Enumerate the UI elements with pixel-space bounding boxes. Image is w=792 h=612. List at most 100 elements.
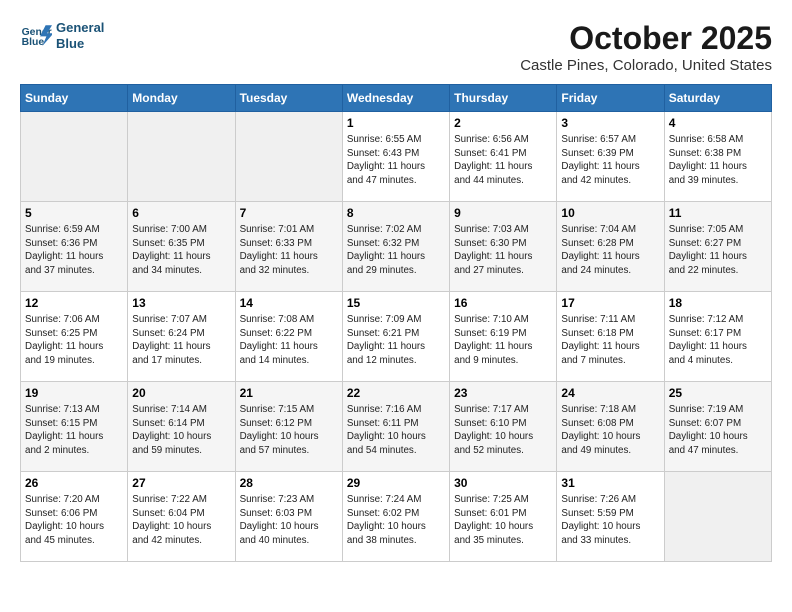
day-number: 19 xyxy=(25,386,123,400)
week-row-5: 26 Sunrise: 7:20 AM Sunset: 6:06 PM Dayli… xyxy=(21,472,772,562)
day-number: 9 xyxy=(454,206,552,220)
day-number: 12 xyxy=(25,296,123,310)
calendar-cell: 14 Sunrise: 7:08 AM Sunset: 6:22 PM Dayli… xyxy=(235,292,342,382)
day-info: Sunrise: 6:57 AM Sunset: 6:39 PM Dayligh… xyxy=(561,133,659,188)
weekday-header-friday: Friday xyxy=(557,85,664,112)
day-number: 22 xyxy=(347,386,445,400)
weekday-header-tuesday: Tuesday xyxy=(235,85,342,112)
day-info: Sunrise: 7:02 AM Sunset: 6:32 PM Dayligh… xyxy=(347,223,445,278)
day-info: Sunrise: 6:55 AM Sunset: 6:43 PM Dayligh… xyxy=(347,133,445,188)
day-number: 7 xyxy=(240,206,338,220)
calendar-table: SundayMondayTuesdayWednesdayThursdayFrid… xyxy=(20,84,772,562)
calendar-cell xyxy=(21,112,128,202)
day-info: Sunrise: 7:25 AM Sunset: 6:01 PM Dayligh… xyxy=(454,493,552,548)
calendar-cell: 12 Sunrise: 7:06 AM Sunset: 6:25 PM Dayli… xyxy=(21,292,128,382)
day-info: Sunrise: 7:24 AM Sunset: 6:02 PM Dayligh… xyxy=(347,493,445,548)
calendar-cell: 13 Sunrise: 7:07 AM Sunset: 6:24 PM Dayli… xyxy=(128,292,235,382)
day-number: 24 xyxy=(561,386,659,400)
calendar-cell: 28 Sunrise: 7:23 AM Sunset: 6:03 PM Dayli… xyxy=(235,472,342,562)
week-row-3: 12 Sunrise: 7:06 AM Sunset: 6:25 PM Dayli… xyxy=(21,292,772,382)
calendar-cell: 11 Sunrise: 7:05 AM Sunset: 6:27 PM Dayli… xyxy=(664,202,771,292)
calendar-cell: 29 Sunrise: 7:24 AM Sunset: 6:02 PM Dayli… xyxy=(342,472,449,562)
calendar-cell: 10Sunrise: 7:04 AM Sunset: 6:28 PM Dayli… xyxy=(557,202,664,292)
calendar-cell: 5Sunrise: 6:59 AM Sunset: 6:36 PM Daylig… xyxy=(21,202,128,292)
day-info: Sunrise: 7:11 AM Sunset: 6:18 PM Dayligh… xyxy=(561,313,659,368)
calendar-cell: 7 Sunrise: 7:01 AM Sunset: 6:33 PM Daylig… xyxy=(235,202,342,292)
calendar-cell: 16 Sunrise: 7:10 AM Sunset: 6:19 PM Dayli… xyxy=(450,292,557,382)
calendar-cell: 1 Sunrise: 6:55 AM Sunset: 6:43 PM Daylig… xyxy=(342,112,449,202)
day-number: 2 xyxy=(454,116,552,130)
day-info: Sunrise: 7:23 AM Sunset: 6:03 PM Dayligh… xyxy=(240,493,338,548)
day-number: 29 xyxy=(347,476,445,490)
calendar-cell: 20Sunrise: 7:14 AM Sunset: 6:14 PM Dayli… xyxy=(128,382,235,472)
svg-text:Blue: Blue xyxy=(22,37,45,48)
calendar-cell: 19 Sunrise: 7:13 AM Sunset: 6:15 PM Dayli… xyxy=(21,382,128,472)
calendar-cell: 31 Sunrise: 7:26 AM Sunset: 5:59 PM Dayli… xyxy=(557,472,664,562)
calendar-cell: 22 Sunrise: 7:16 AM Sunset: 6:11 PM Dayli… xyxy=(342,382,449,472)
day-info: Sunrise: 7:13 AM Sunset: 6:15 PM Dayligh… xyxy=(25,403,123,458)
day-info: Sunrise: 7:08 AM Sunset: 6:22 PM Dayligh… xyxy=(240,313,338,368)
day-number: 31 xyxy=(561,476,659,490)
calendar-cell: 2 Sunrise: 6:56 AM Sunset: 6:41 PM Daylig… xyxy=(450,112,557,202)
day-number: 16 xyxy=(454,296,552,310)
day-info: Sunrise: 7:00 AM Sunset: 6:35 PM Dayligh… xyxy=(132,223,230,278)
day-info: Sunrise: 6:56 AM Sunset: 6:41 PM Dayligh… xyxy=(454,133,552,188)
page-header: General Blue General Blue October 2025 C… xyxy=(20,20,772,74)
calendar-cell: 8 Sunrise: 7:02 AM Sunset: 6:32 PM Daylig… xyxy=(342,202,449,292)
weekday-header-monday: Monday xyxy=(128,85,235,112)
calendar-cell xyxy=(664,472,771,562)
calendar-header: SundayMondayTuesdayWednesdayThursdayFrid… xyxy=(21,85,772,112)
day-info: Sunrise: 7:06 AM Sunset: 6:25 PM Dayligh… xyxy=(25,313,123,368)
day-info: Sunrise: 7:03 AM Sunset: 6:30 PM Dayligh… xyxy=(454,223,552,278)
calendar-cell: 15Sunrise: 7:09 AM Sunset: 6:21 PM Dayli… xyxy=(342,292,449,382)
location-title: Castle Pines, Colorado, United States xyxy=(520,57,772,74)
calendar-cell: 30 Sunrise: 7:25 AM Sunset: 6:01 PM Dayli… xyxy=(450,472,557,562)
day-number: 26 xyxy=(25,476,123,490)
day-number: 10 xyxy=(561,206,659,220)
day-info: Sunrise: 6:58 AM Sunset: 6:38 PM Dayligh… xyxy=(669,133,767,188)
calendar-body: 1 Sunrise: 6:55 AM Sunset: 6:43 PM Daylig… xyxy=(21,112,772,562)
day-info: Sunrise: 7:12 AM Sunset: 6:17 PM Dayligh… xyxy=(669,313,767,368)
day-info: Sunrise: 6:59 AM Sunset: 6:36 PM Dayligh… xyxy=(25,223,123,278)
day-info: Sunrise: 7:17 AM Sunset: 6:10 PM Dayligh… xyxy=(454,403,552,458)
day-info: Sunrise: 7:10 AM Sunset: 6:19 PM Dayligh… xyxy=(454,313,552,368)
calendar-cell: 4 Sunrise: 6:58 AM Sunset: 6:38 PM Daylig… xyxy=(664,112,771,202)
day-number: 1 xyxy=(347,116,445,130)
day-info: Sunrise: 7:19 AM Sunset: 6:07 PM Dayligh… xyxy=(669,403,767,458)
day-number: 3 xyxy=(561,116,659,130)
day-info: Sunrise: 7:16 AM Sunset: 6:11 PM Dayligh… xyxy=(347,403,445,458)
day-info: Sunrise: 7:01 AM Sunset: 6:33 PM Dayligh… xyxy=(240,223,338,278)
weekday-header-sunday: Sunday xyxy=(21,85,128,112)
day-number: 15 xyxy=(347,296,445,310)
week-row-2: 5Sunrise: 6:59 AM Sunset: 6:36 PM Daylig… xyxy=(21,202,772,292)
day-info: Sunrise: 7:07 AM Sunset: 6:24 PM Dayligh… xyxy=(132,313,230,368)
day-number: 14 xyxy=(240,296,338,310)
day-number: 17 xyxy=(561,296,659,310)
day-info: Sunrise: 7:18 AM Sunset: 6:08 PM Dayligh… xyxy=(561,403,659,458)
day-info: Sunrise: 7:26 AM Sunset: 5:59 PM Dayligh… xyxy=(561,493,659,548)
day-info: Sunrise: 7:20 AM Sunset: 6:06 PM Dayligh… xyxy=(25,493,123,548)
day-number: 13 xyxy=(132,296,230,310)
calendar-cell: 23Sunrise: 7:17 AM Sunset: 6:10 PM Dayli… xyxy=(450,382,557,472)
weekday-header-row: SundayMondayTuesdayWednesdayThursdayFrid… xyxy=(21,85,772,112)
day-number: 4 xyxy=(669,116,767,130)
day-number: 18 xyxy=(669,296,767,310)
calendar-cell: 3 Sunrise: 6:57 AM Sunset: 6:39 PM Daylig… xyxy=(557,112,664,202)
calendar-cell: 18 Sunrise: 7:12 AM Sunset: 6:17 PM Dayli… xyxy=(664,292,771,382)
day-number: 27 xyxy=(132,476,230,490)
calendar-cell: 9 Sunrise: 7:03 AM Sunset: 6:30 PM Daylig… xyxy=(450,202,557,292)
logo-text: General Blue xyxy=(56,20,104,51)
day-number: 30 xyxy=(454,476,552,490)
weekday-header-saturday: Saturday xyxy=(664,85,771,112)
week-row-1: 1 Sunrise: 6:55 AM Sunset: 6:43 PM Daylig… xyxy=(21,112,772,202)
day-info: Sunrise: 7:05 AM Sunset: 6:27 PM Dayligh… xyxy=(669,223,767,278)
weekday-header-wednesday: Wednesday xyxy=(342,85,449,112)
title-area: October 2025 Castle Pines, Colorado, Uni… xyxy=(520,20,772,74)
day-number: 8 xyxy=(347,206,445,220)
day-number: 11 xyxy=(669,206,767,220)
calendar-cell: 25Sunrise: 7:19 AM Sunset: 6:07 PM Dayli… xyxy=(664,382,771,472)
calendar-cell: 17 Sunrise: 7:11 AM Sunset: 6:18 PM Dayli… xyxy=(557,292,664,382)
day-number: 28 xyxy=(240,476,338,490)
calendar-cell: 24 Sunrise: 7:18 AM Sunset: 6:08 PM Dayli… xyxy=(557,382,664,472)
month-title: October 2025 xyxy=(520,20,772,57)
